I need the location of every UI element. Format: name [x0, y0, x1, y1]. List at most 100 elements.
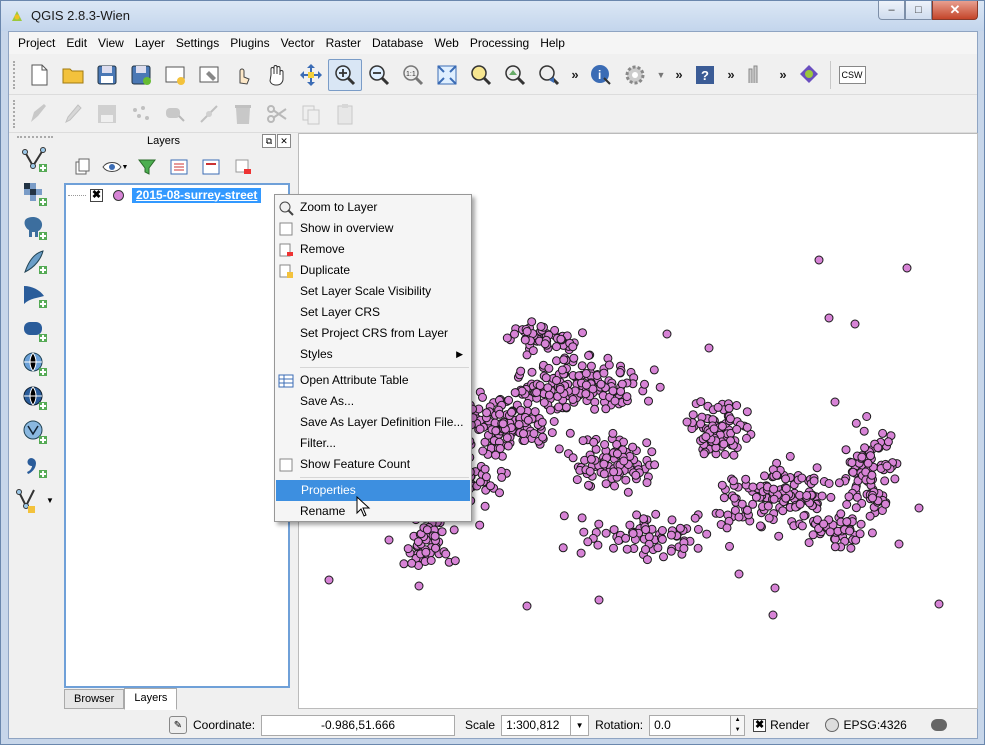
close-button[interactable]: ✕	[932, 1, 978, 20]
toolbar-overflow-button-2[interactable]: »	[670, 67, 688, 82]
new-print-composer-button[interactable]	[158, 59, 192, 91]
zoom-to-layer-button[interactable]	[498, 59, 532, 91]
composer-manager-button[interactable]	[192, 59, 226, 91]
current-edits-button[interactable]	[22, 98, 56, 130]
menu-properties[interactable]: Properties	[276, 480, 470, 501]
menu-help[interactable]: Help	[535, 34, 570, 52]
toolbar-grip[interactable]	[13, 99, 19, 128]
toolbar-grip[interactable]	[17, 136, 53, 140]
toolbar-overflow-button-4[interactable]: »	[774, 67, 792, 82]
layer-item[interactable]: ✖ 2015-08-surrey-street	[68, 187, 286, 203]
add-raster-layer-button[interactable]	[15, 177, 55, 211]
menu-duplicate[interactable]: Duplicate	[275, 260, 471, 281]
new-project-button[interactable]	[22, 59, 56, 91]
maximize-button[interactable]: □	[905, 1, 932, 20]
node-tool-button[interactable]	[192, 98, 226, 130]
add-spatialite-layer-button[interactable]	[15, 245, 55, 279]
crs-status[interactable]: EPSG:4326	[843, 718, 906, 732]
menu-show-in-overview[interactable]: Show in overview	[275, 218, 471, 239]
run-action-button[interactable]	[618, 59, 652, 91]
touch-zoom-pan-button[interactable]	[226, 59, 260, 91]
menu-raster[interactable]: Raster	[321, 34, 366, 52]
scale-combo[interactable]: 1:300,812	[501, 714, 572, 736]
expand-all-button[interactable]	[163, 154, 195, 180]
menu-plugins[interactable]: Plugins	[225, 34, 274, 52]
raster-tool-button[interactable]	[740, 59, 774, 91]
scale-dropdown-arrow[interactable]: ▼	[571, 714, 590, 736]
minimize-button[interactable]: ‒	[878, 1, 905, 20]
save-edits-button[interactable]	[90, 98, 124, 130]
action-dropdown-arrow[interactable]: ▼	[652, 70, 670, 80]
menu-database[interactable]: Database	[367, 34, 428, 52]
new-layer-button[interactable]: ▼	[15, 483, 55, 517]
menu-save-as[interactable]: Save As...	[275, 391, 471, 412]
add-wcs-layer-button[interactable]	[15, 381, 55, 415]
pan-to-selection-button[interactable]	[294, 59, 328, 91]
menu-project[interactable]: Project	[13, 34, 60, 52]
add-wms-layer-button[interactable]	[15, 347, 55, 381]
menu-open-attribute-table[interactable]: Open Attribute Table	[275, 370, 471, 391]
menu-save-as-layer-definition[interactable]: Save As Layer Definition File...	[275, 412, 471, 433]
menu-view[interactable]: View	[93, 34, 129, 52]
title-bar[interactable]: QGIS 2.8.3-Wien ‒ □ ✕	[1, 1, 984, 31]
save-as-button[interactable]	[124, 59, 158, 91]
crs-globe-icon[interactable]	[825, 718, 840, 732]
menu-layer[interactable]: Layer	[130, 34, 170, 52]
menu-set-layer-crs[interactable]: Set Layer CRS	[275, 302, 471, 323]
menu-vector[interactable]: Vector	[276, 34, 320, 52]
zoom-last-button[interactable]	[532, 59, 566, 91]
copy-features-button[interactable]	[294, 98, 328, 130]
toolbar-overflow-button-3[interactable]: »	[722, 67, 740, 82]
zoom-in-button[interactable]	[328, 58, 362, 91]
add-feature-button[interactable]	[124, 98, 158, 130]
csw-button[interactable]: CSW	[835, 59, 869, 91]
menu-settings[interactable]: Settings	[171, 34, 224, 52]
float-panel-button[interactable]: ⧉	[262, 134, 276, 148]
add-delimited-text-layer-button[interactable]	[15, 449, 55, 483]
toggle-editing-button[interactable]	[56, 98, 90, 130]
zoom-to-selection-button[interactable]	[464, 59, 498, 91]
add-wfs-layer-button[interactable]	[15, 415, 55, 449]
close-panel-button[interactable]: ✕	[277, 134, 291, 148]
filter-legend-button[interactable]	[131, 154, 163, 180]
render-checkbox[interactable]: ✖	[753, 718, 767, 732]
add-group-button[interactable]	[67, 154, 99, 180]
layer-visibility-checkbox[interactable]: ✖	[90, 188, 103, 202]
layer-tree[interactable]: ✖ 2015-08-surrey-street	[64, 183, 290, 688]
menu-rename[interactable]: Rename	[275, 501, 471, 522]
identify-button[interactable]: i	[584, 59, 618, 91]
menu-set-layer-scale-visibility[interactable]: Set Layer Scale Visibility	[275, 281, 471, 302]
add-postgis-layer-button[interactable]	[15, 211, 55, 245]
messages-icon[interactable]	[930, 719, 947, 731]
save-project-button[interactable]	[90, 59, 124, 91]
zoom-actual-size-button[interactable]: 1:1	[396, 59, 430, 91]
toolbar-overflow-button[interactable]: »	[566, 67, 584, 82]
add-oracle-layer-button[interactable]	[15, 313, 55, 347]
layer-name[interactable]: 2015-08-surrey-street	[132, 187, 262, 203]
manage-visibility-button[interactable]: ▼	[99, 154, 131, 180]
pan-map-button[interactable]	[260, 59, 294, 91]
menu-set-project-crs[interactable]: Set Project CRS from Layer	[275, 323, 471, 344]
menu-styles[interactable]: Styles ▶	[275, 344, 471, 365]
layers-panel-header[interactable]: Layers ⧉ ✕	[61, 133, 293, 151]
tab-layers[interactable]: Layers	[124, 688, 178, 710]
remove-layer-button[interactable]	[227, 154, 259, 180]
menu-show-feature-count[interactable]: Show Feature Count	[275, 454, 471, 475]
rotation-field[interactable]: 0.0	[649, 714, 732, 736]
zoom-full-button[interactable]	[430, 59, 464, 91]
collapse-all-button[interactable]	[195, 154, 227, 180]
help-button[interactable]: ?	[688, 59, 722, 91]
menu-web[interactable]: Web	[429, 34, 463, 52]
add-vector-layer-button[interactable]	[15, 143, 55, 177]
menu-remove[interactable]: Remove	[275, 239, 471, 260]
open-project-button[interactable]	[56, 59, 90, 91]
move-feature-button[interactable]	[158, 98, 192, 130]
delete-selected-button[interactable]	[226, 98, 260, 130]
menu-processing[interactable]: Processing	[465, 34, 534, 52]
plugin-button[interactable]	[792, 59, 826, 91]
toolbar-grip[interactable]	[13, 60, 19, 89]
zoom-out-button[interactable]	[362, 59, 396, 91]
menu-filter[interactable]: Filter...	[275, 433, 471, 454]
menu-edit[interactable]: Edit	[61, 34, 92, 52]
rotation-spinner[interactable]: ▲ ▼	[731, 714, 746, 736]
